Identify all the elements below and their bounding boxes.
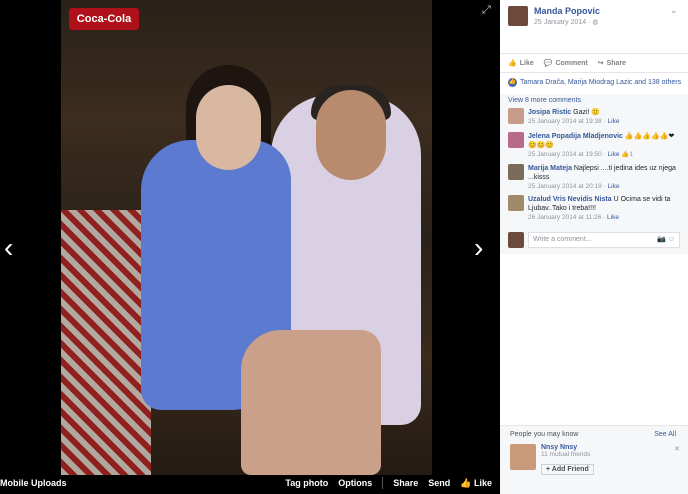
comment-text: Gazi! 🙂	[573, 109, 601, 116]
avatar[interactable]	[510, 444, 536, 470]
commenter-name[interactable]: Marija Mateja	[528, 165, 572, 172]
pymk-person: Nnsy Nnsy 11 mutual friends + Add Friend	[510, 444, 594, 476]
prev-photo-chevron-icon[interactable]: ‹	[4, 232, 13, 264]
owner-name[interactable]: Manda Popovic	[534, 6, 600, 16]
man-head	[316, 90, 386, 180]
comment-time: 26 January 2014 at 11:26 ·	[528, 214, 608, 221]
checkered-table	[61, 210, 151, 475]
avatar[interactable]	[508, 108, 524, 124]
comment-like-link[interactable]: Like	[607, 214, 619, 221]
add-friend-icon: +	[546, 466, 551, 473]
comment-like-link[interactable]: Like	[608, 151, 620, 158]
avatar	[508, 232, 524, 248]
share-button[interactable]: Share	[393, 478, 418, 488]
post-comment-label: Comment	[555, 59, 588, 67]
comment-time: 25 January 2014 at 20:19 ·	[528, 183, 608, 190]
post-action-row: 👍 Like 💬 Comment ↪ Share	[500, 53, 688, 73]
post-share-button[interactable]: ↪ Share	[597, 59, 627, 68]
options-button[interactable]: Options	[338, 478, 372, 488]
coca-cola-sign: Coca-Cola	[69, 8, 139, 30]
album-link[interactable]: Mobile Uploads	[0, 478, 67, 488]
commenter-name[interactable]: Uzalud Vris Nevidis Nista	[528, 196, 612, 203]
like-count: 1	[629, 151, 633, 158]
post-like-button[interactable]: 👍 Like	[508, 59, 534, 68]
post-like-label: Like	[519, 59, 534, 67]
globe-icon: ◍	[592, 19, 599, 26]
commenter-name[interactable]: Josipa Ristic	[528, 109, 571, 116]
next-photo-chevron-icon[interactable]: ›	[474, 232, 483, 264]
post-share-label: Share	[606, 59, 627, 67]
reactions-summary[interactable]: 👍 Tamara Drača, Marija Miodrag Lazic and…	[508, 78, 681, 87]
photo[interactable]: Coca-Cola	[61, 0, 432, 475]
add-friend-button[interactable]: + Add Friend	[541, 464, 594, 475]
people-you-may-know: People you may know See All Nnsy Nnsy 11…	[500, 425, 688, 494]
avatar[interactable]	[508, 6, 528, 26]
comment-item: Marija Mateja Najlepsi ....ti jedina ide…	[508, 164, 683, 191]
write-comment-input[interactable]: Write a comment... 📷 ☺	[528, 232, 680, 248]
comment-icon: 💬	[543, 60, 553, 67]
photo-actions: Tag photo Options Share Send 👍 Like	[285, 477, 492, 489]
comment-item: Uzalud Vris Nevidis Nista U Ocima se vid…	[508, 195, 683, 222]
commenter-name[interactable]: Jelena Popadija Mladjenovic	[528, 133, 623, 140]
send-button[interactable]: Send	[428, 478, 450, 488]
photo-theater: Coca-Cola ⤢ ‹ › Mobile Uploads Tag photo…	[0, 0, 500, 494]
avatar[interactable]	[508, 195, 524, 211]
more-options-icon[interactable]: ⌄	[670, 5, 678, 16]
add-friend-label: Add Friend	[551, 466, 589, 473]
post-date: 25 January 2014 · ◍	[534, 18, 600, 26]
like-reaction-icon: 👍	[508, 78, 517, 87]
pymk-title: People you may know	[510, 431, 579, 438]
avatar[interactable]	[508, 132, 524, 148]
comment-time: 25 January 2014 at 19:38 ·	[528, 118, 608, 125]
post-comment-button[interactable]: 💬 Comment	[543, 59, 588, 68]
comments-list: View 8 more comments Josipa Ristic Gazi!…	[500, 94, 688, 254]
comment-like-link[interactable]: Like	[608, 118, 620, 125]
reactions-text: Tamara Drača, Marija Miodrag Lazic and 1…	[520, 79, 682, 86]
write-comment-placeholder: Write a comment...	[533, 236, 592, 243]
write-comment-row: Write a comment... 📷 ☺	[508, 232, 680, 248]
camera-icon[interactable]: 📷 ☺	[657, 233, 675, 247]
see-all-link[interactable]: See All	[654, 431, 676, 438]
comment-like-link[interactable]: Like	[608, 183, 620, 190]
mutual-friends-count[interactable]: 11 mutual friends	[541, 451, 594, 458]
comment-time: 25 January 2014 at 19:50 ·	[528, 151, 608, 158]
avatar[interactable]	[508, 164, 524, 180]
date-text: 25 January 2014 ·	[534, 19, 591, 26]
like-button[interactable]: 👍 Like	[460, 478, 492, 489]
legs	[241, 330, 381, 475]
woman-head	[196, 85, 261, 170]
view-more-comments-link[interactable]: View 8 more comments	[508, 97, 581, 104]
photo-bottom-bar: Mobile Uploads Tag photo Options Share S…	[0, 472, 500, 494]
comment-item: Jelena Popadija Mladjenovic 👍👍👍👍👍❤😊😊😊 25…	[508, 132, 683, 159]
pymk-name[interactable]: Nnsy Nnsy	[541, 444, 594, 451]
comments-sidebar: Manda Popovic 25 January 2014 · ◍ ⌄ 👍 Lik…	[500, 0, 688, 494]
thumbs-up-icon: 👍	[508, 60, 517, 67]
like-label: Like	[473, 477, 492, 488]
divider	[382, 477, 384, 489]
post-header: Manda Popovic 25 January 2014 · ◍	[508, 6, 600, 26]
share-icon: ↪	[597, 60, 604, 67]
close-icon[interactable]: ✕	[674, 445, 680, 453]
comment-item: Josipa Ristic Gazi! 🙂 25 January 2014 at…	[508, 108, 683, 126]
expand-icon[interactable]: ⤢	[482, 4, 494, 16]
tag-photo-button[interactable]: Tag photo	[285, 478, 328, 488]
